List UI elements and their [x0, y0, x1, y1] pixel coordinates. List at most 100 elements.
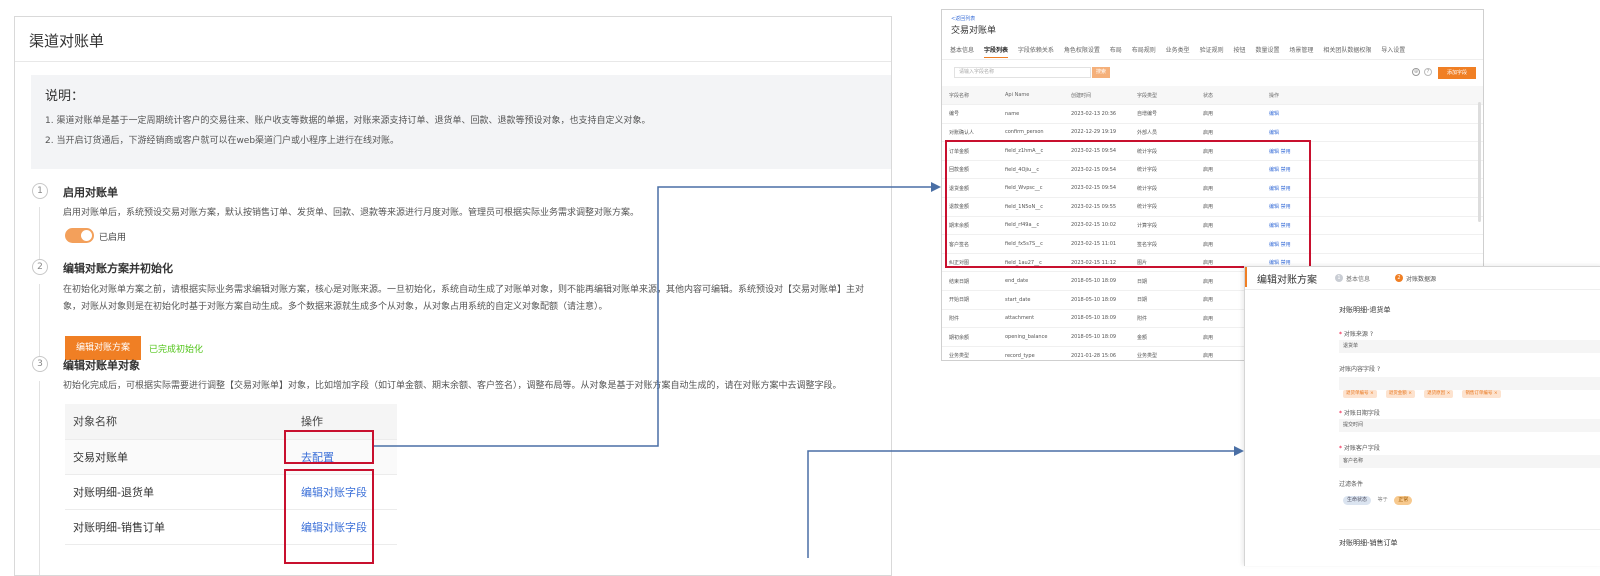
step-connector-line: [39, 284, 40, 362]
source-select[interactable]: 退货单: [1339, 340, 1600, 353]
action-cell[interactable]: 编辑: [1268, 104, 1483, 124]
field-tag[interactable]: 退货单编号 ×: [1343, 390, 1377, 398]
init-done-label: 已完成初始化: [149, 345, 204, 355]
required-mark: *: [1339, 445, 1342, 452]
date-field-select[interactable]: 提交时间: [1339, 419, 1600, 432]
field-name-cell: 附件: [942, 309, 1004, 329]
field-type-cell: 金额: [1136, 327, 1202, 347]
title-accent: [1245, 267, 1247, 287]
created-time-cell: 2022-12-29 19:19: [1070, 123, 1136, 143]
action-cell[interactable]: 编辑: [1268, 123, 1483, 143]
filter-value-chip[interactable]: 正常: [1394, 496, 1413, 505]
field-tag-label: 退货原因: [1427, 391, 1446, 396]
tab-validation-rules[interactable]: 验证规则: [1200, 47, 1224, 54]
tab-business-type[interactable]: 业务类型: [1166, 47, 1190, 54]
tab-buttons[interactable]: 按钮: [1234, 47, 1246, 54]
field-type-cell: 自增编号: [1136, 104, 1202, 124]
add-circle-icon[interactable]: ⊕: [1412, 68, 1420, 76]
customer-field-select[interactable]: 客户名称: [1339, 455, 1600, 468]
help-icon: ?: [1376, 366, 1381, 373]
field-name-cell: 开始日期: [942, 290, 1004, 310]
field-tag[interactable]: 销售订单编号 ×: [1462, 390, 1501, 398]
scrollbar[interactable]: [1478, 102, 1481, 222]
filter-condition: 生命状态 等于 正常: [1343, 496, 1413, 505]
date-field-label: * 对账日期字段: [1339, 408, 1380, 417]
step-2-icon: 2: [1395, 274, 1403, 282]
close-icon[interactable]: ×: [1494, 391, 1498, 396]
tab-import-settings[interactable]: 导入设置: [1381, 47, 1405, 54]
step-desc-edit-object: 初始化完成后，可根据实际需要进行调整【交易对账单】对象，比如增加字段（如订单金额…: [63, 381, 842, 391]
field-name-cell: 编号: [942, 104, 1004, 124]
tab-quantity-settings[interactable]: 数量设置: [1255, 47, 1279, 54]
step-connector-line: [39, 381, 40, 575]
step-number-3: 3: [32, 356, 48, 372]
table-row: 对账确认人 confirm_person 2022-12-29 19:19 外部人员启…: [942, 123, 1483, 143]
help-icon: ?: [1369, 331, 1374, 338]
required-mark: *: [1339, 410, 1342, 417]
api-name-cell: name: [1004, 104, 1070, 124]
api-name-cell: opening_balance: [1004, 327, 1070, 347]
tab-role-permissions[interactable]: 角色权限设置: [1064, 47, 1100, 54]
toggle-label: 已启用: [99, 233, 127, 243]
step-data-source[interactable]: 对账数据源: [1406, 274, 1436, 283]
field-tag[interactable]: 退货金额 ×: [1385, 390, 1416, 398]
content-fields-label: 对账内容字段 ?: [1339, 364, 1380, 373]
tab-divider: [942, 59, 1483, 60]
search-button[interactable]: 搜索: [1092, 67, 1110, 78]
step-title-enable: 启用对账单: [63, 186, 118, 199]
field-type-cell: 日期: [1136, 290, 1202, 310]
customer-field-label: * 对账客户字段: [1339, 443, 1380, 452]
field-type-cell: 日期: [1136, 271, 1202, 292]
column-header: 字段名称: [942, 86, 1004, 106]
column-header: 操作: [1268, 86, 1483, 106]
required-mark: *: [1339, 331, 1342, 338]
date-field-label-text: 对账日期字段: [1343, 410, 1380, 417]
tab-field-dependency[interactable]: 字段依赖关系: [1018, 47, 1054, 54]
tab-layout-rules[interactable]: 布局规则: [1132, 47, 1156, 54]
tab-scene-management[interactable]: 场景管理: [1289, 47, 1313, 54]
api-name-cell: record_type: [1004, 346, 1070, 360]
back-to-list-link[interactable]: <返回列表: [951, 15, 975, 22]
field-tag[interactable]: 退货原因 ×: [1424, 390, 1454, 398]
table-row: 编号 name 2023-02-13 20:36 自增编号 启用 编辑: [942, 104, 1483, 124]
object-title: 交易对账单: [951, 26, 997, 36]
edit-plan-title: 编辑对账方案: [1257, 275, 1317, 286]
content-fields-select[interactable]: 退货单编号 × 退货金额 × 退货原因 × 销售订单编号 ×: [1339, 377, 1600, 398]
tab-basic-info[interactable]: 基本信息: [950, 47, 974, 54]
field-search-input[interactable]: 请输入字段名称: [954, 67, 1091, 78]
created-time-cell: 2018-05-10 18:09: [1070, 271, 1136, 292]
tab-team-data-permissions[interactable]: 相关团队数据权限: [1323, 47, 1371, 54]
api-name-cell: start_date: [1004, 290, 1070, 310]
step-1-icon: 1: [1335, 274, 1343, 282]
section-title-sales-order: 对账明细-销售订单: [1339, 539, 1398, 547]
close-icon[interactable]: ×: [1447, 391, 1451, 396]
section-divider: [1339, 529, 1600, 530]
column-header: Api Name: [1004, 86, 1070, 106]
status-cell: 启用: [1202, 123, 1268, 143]
field-name-cell: 结束日期: [942, 271, 1004, 292]
highlight-box-new-fields: [945, 140, 1311, 268]
tab-layout[interactable]: 布局: [1110, 47, 1122, 54]
instruction-box: 说明： 1. 渠道对账单是基于一定周期统计客户的交易往来、账户收支等数据的单据，…: [31, 75, 891, 169]
table-header-row: 字段名称 Api Name 创建时间 字段类型 状态 操作: [942, 86, 1483, 106]
close-icon[interactable]: ×: [1370, 391, 1374, 396]
step-basic-info[interactable]: 基本信息: [1346, 274, 1370, 283]
field-name-cell: 业务类型: [942, 346, 1004, 360]
instruction-heading: 说明：: [45, 89, 85, 104]
instruction-line-2: 2. 当开启订货通后，下游经销商或客户就可以在web渠道门户或小程序上进行在线对…: [45, 136, 400, 146]
filter-operator: 等于: [1377, 497, 1388, 503]
object-tabs: 基本信息 字段列表 字段依赖关系 角色权限设置 布局 布局规则 业务类型 验证规…: [950, 45, 1413, 58]
instruction-line-1: 1. 渠道对账单是基于一定周期统计客户的交易往来、账户收支等数据的单据，对账来源…: [45, 116, 651, 126]
close-icon[interactable]: ×: [1408, 391, 1412, 396]
api-name-cell: attachment: [1004, 309, 1070, 329]
add-field-button[interactable]: 添加字段: [1438, 67, 1476, 79]
created-time-cell: 2018-05-10 18:09: [1070, 290, 1136, 310]
object-name: 对账明细-销售订单: [65, 509, 293, 545]
field-tag-label: 退货单编号: [1346, 391, 1369, 396]
header-divider: [1245, 289, 1600, 290]
filter-field-chip[interactable]: 生命状态: [1343, 496, 1372, 505]
tab-field-list[interactable]: 字段列表: [983, 47, 1008, 58]
help-icon[interactable]: ?: [1424, 68, 1432, 76]
field-type-cell: 业务类型: [1136, 346, 1202, 360]
enable-toggle[interactable]: [65, 228, 94, 243]
